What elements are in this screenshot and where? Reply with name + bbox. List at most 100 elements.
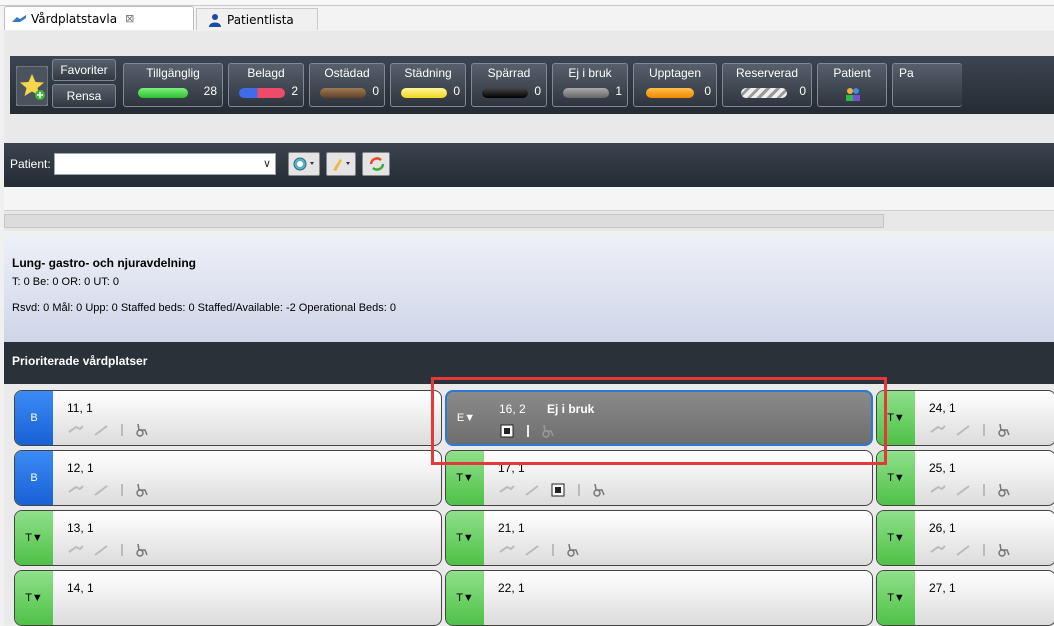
syringe-icon [956,545,970,556]
bed-card[interactable]: T▼ 13, 1 [14,510,442,566]
status-pill [741,88,787,98]
wheelchair-icon [136,483,148,497]
bed-number: 25, 1 [929,461,956,475]
bed-number: 13, 1 [67,521,94,535]
hand-icon [499,545,515,553]
patient-select[interactable]: ∨ [54,153,276,175]
filter-strip [4,187,1054,211]
tab-patientlista[interactable]: Patientlista [196,8,318,30]
status-pill [646,88,694,98]
add-favorite-star-icon[interactable] [16,66,48,106]
rensa-button[interactable]: Rensa [52,84,116,108]
bed-number: 12, 1 [67,461,94,475]
close-icon[interactable]: ⊠ [125,12,134,25]
syringe-icon [956,485,970,496]
horizontal-scrollbar[interactable] [4,214,884,228]
search-dropdown-button[interactable] [288,152,320,176]
department-summary-line2: Rsvd: 0 Mål: 0 Upp: 0 Staffed beds: 0 St… [12,302,397,314]
bed-status-badge: T▼ [446,571,484,625]
bed-card[interactable]: T▼ 22, 1 [445,570,873,626]
highlight-box [431,377,887,465]
status-pill [320,88,366,98]
hand-icon [930,425,946,433]
status-belagd-button[interactable]: Belagd 2 [228,63,304,107]
patients-icon [846,88,860,101]
refresh-button[interactable] [362,152,390,176]
bed-number: 27, 1 [929,581,956,595]
bed-status-badge: T▼ [877,571,915,625]
status-patient-button[interactable]: Patient [817,63,887,107]
chevron-down-icon[interactable]: ∨ [263,157,271,170]
hand-icon [499,485,515,493]
patient-search-bar: Patient: ∨ [4,143,1054,187]
bed-card[interactable]: B 11, 1 [14,390,442,446]
status-ej-i-bruk-button[interactable]: Ej i bruk 1 [552,63,628,107]
iv-stand-icon [983,484,985,496]
status-pill [563,88,609,98]
bed-status-badge: T▼ [877,511,915,565]
bed-status-badge: T▼ [15,511,53,565]
tab-label: Patientlista [227,12,294,27]
hand-icon [930,545,946,553]
bed-card[interactable]: T▼ 24, 1 [876,390,1054,446]
status-pill [401,88,447,98]
wheelchair-icon [998,423,1010,437]
syringe-icon [525,485,539,496]
status-sparrad-button[interactable]: Spärrad 0 [471,63,547,107]
status-stadning-button[interactable]: Städning 0 [390,63,466,107]
bed-card[interactable]: T▼ 21, 1 [445,510,873,566]
department-title: Lung- gastro- och njuravdelning [12,256,196,270]
wheelchair-icon [136,543,148,557]
favoriter-button[interactable]: Favoriter [52,59,116,81]
tab-label: Vårdplatstavla [31,11,118,26]
person-icon [209,13,221,27]
wheelchair-icon [998,483,1010,497]
bed-number: 26, 1 [929,521,956,535]
bed-icon [12,14,26,22]
brush-dropdown-button[interactable] [326,152,356,176]
bed-number: 22, 1 [498,581,525,595]
bed-card[interactable]: T▼ 27, 1 [876,570,1054,626]
syringe-icon [956,425,970,436]
status-pill [482,88,528,98]
status-tillganglig-button[interactable]: Tillgänglig 28 [123,63,223,107]
status-pill [239,88,285,98]
status-toolbar: Favoriter Rensa Tillgänglig 28 Belagd 2 … [4,31,1054,143]
iv-stand-icon [121,544,123,556]
scroll-strip [4,211,1054,231]
bed-card[interactable]: T▼ 14, 1 [14,570,442,626]
bed-card[interactable]: T▼ 25, 1 [876,450,1054,506]
status-ostadad-button[interactable]: Ostädad 0 [309,63,385,107]
status-reserverad-button[interactable]: Reserverad 0 [722,63,812,107]
syringe-icon [94,485,108,496]
department-summary-line1: T: 0 Be: 0 OR: 0 UT: 0 [12,276,119,288]
bed-number: 11, 1 [67,401,93,415]
status-upptagen-button[interactable]: Upptagen 0 [633,63,717,107]
iv-stand-icon [552,544,554,556]
tab-vardplatstavla[interactable]: Vårdplatstavla ⊠ [4,6,194,30]
hand-icon [930,485,946,493]
hand-icon [68,425,84,433]
status-pa-button[interactable]: Pa [892,63,962,107]
wheelchair-icon [593,483,605,497]
iv-stand-icon [983,424,985,436]
refresh-icon [369,157,385,171]
bed-status-badge: T▼ [15,571,53,625]
iv-stand-icon [578,484,580,496]
iv-stand-icon [121,484,123,496]
wheelchair-icon [998,543,1010,557]
department-header: Lung- gastro- och njuravdelning T: 0 Be:… [4,236,1054,342]
status-toolbar-panel: Favoriter Rensa Tillgänglig 28 Belagd 2 … [10,56,1054,114]
wheelchair-icon [136,423,148,437]
bed-card[interactable]: B 12, 1 [14,450,442,506]
bed-number: 24, 1 [929,401,956,415]
status-pill [138,88,188,98]
hand-icon [68,485,84,493]
priority-header-label: Prioriterade vårdplatser [12,354,148,368]
bed-card[interactable]: T▼ 26, 1 [876,510,1054,566]
patient-label: Patient: [10,157,51,171]
bed-status-badge: B [15,391,53,445]
bed-status-badge: B [15,451,53,505]
bed-number: 21, 1 [498,521,525,535]
iv-stand-icon [121,424,123,436]
